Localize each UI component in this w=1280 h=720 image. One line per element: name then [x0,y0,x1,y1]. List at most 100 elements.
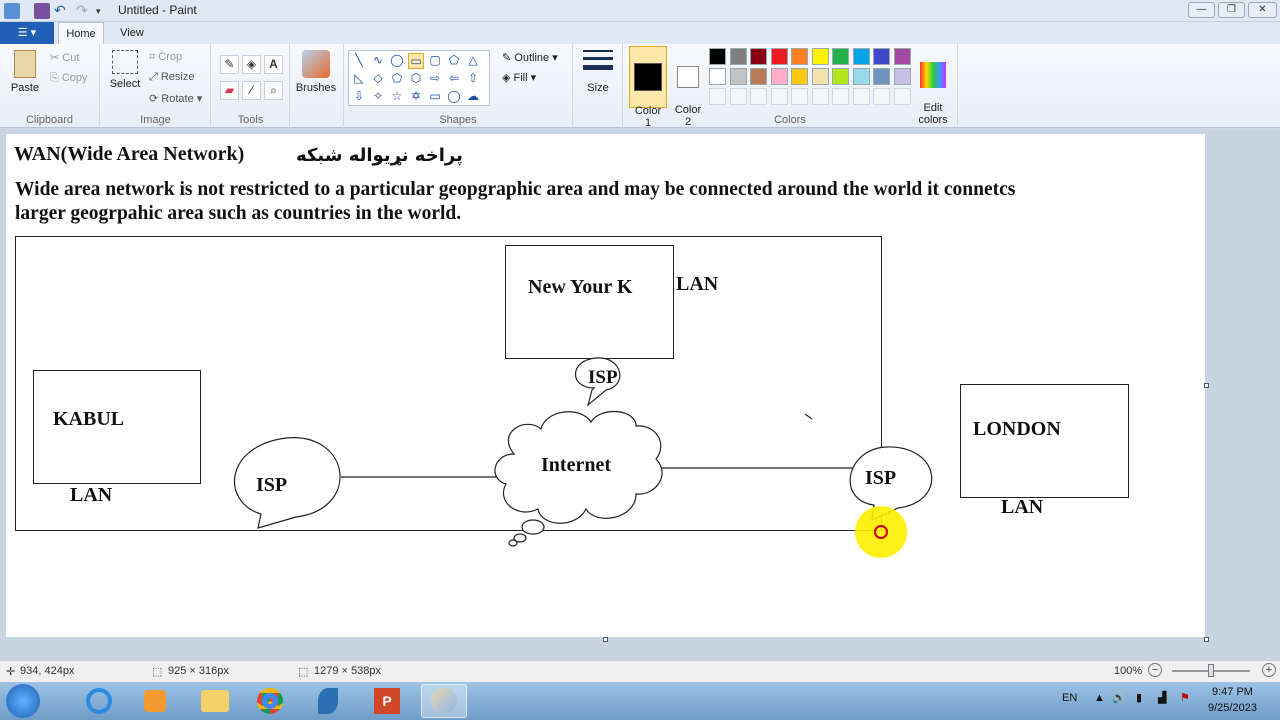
pentagon-shape-icon[interactable]: ⬠ [389,71,405,85]
line-shape-icon[interactable]: ╲ [351,53,367,67]
rounded-rectangle-shape-icon[interactable]: ▢ [427,53,443,67]
crop-button[interactable]: ⌗ Crop [149,51,182,64]
palette-swatch[interactable] [729,68,747,85]
show-hidden-icons-icon[interactable]: ▲ [1094,692,1105,704]
action-center-icon[interactable]: ⚑ [1180,691,1190,704]
text-icon[interactable]: A [264,55,283,74]
palette-swatch[interactable] [791,68,808,85]
palette-swatch[interactable] [709,48,726,65]
polygon-shape-icon[interactable]: ⬠ [446,53,462,67]
palette-swatch[interactable] [811,68,829,85]
network-icon[interactable]: ▟ [1158,691,1166,704]
copy-button[interactable]: ⎘ Copy [50,72,88,85]
palette-swatch[interactable] [729,88,747,105]
palette-swatch[interactable] [770,48,788,65]
palette-swatch[interactable] [729,48,747,65]
curve-shape-icon[interactable]: ∿ [370,53,386,67]
zoom-in-button[interactable]: + [1262,663,1276,677]
oval-shape-icon[interactable]: ◯ [389,53,405,67]
palette-swatch[interactable] [832,88,849,105]
right-arrow-shape-icon[interactable]: ⇨ [427,71,443,85]
powerpoint-icon[interactable]: P [364,684,410,718]
palette-swatch[interactable] [832,68,849,85]
down-arrow-shape-icon[interactable]: ⇩ [351,89,367,103]
chrome-icon[interactable] [247,684,293,718]
magnifier-icon[interactable]: ⌕ [264,81,283,100]
six-point-star-shape-icon[interactable]: ✡ [408,89,424,103]
eraser-icon[interactable]: ▰ [220,81,239,100]
four-point-star-shape-icon[interactable]: ✧ [370,89,386,103]
paste-button[interactable]: Paste [6,50,44,94]
size-button[interactable]: Size [578,50,618,94]
palette-swatch[interactable] [750,68,767,85]
palette-swatch[interactable] [893,48,911,65]
file-explorer-icon[interactable] [192,684,238,718]
canvas-resize-handle-right[interactable] [1204,383,1209,388]
palette-swatch[interactable] [893,68,911,85]
diamond-shape-icon[interactable]: ◇ [370,71,386,85]
close-button[interactable]: ✕ [1248,2,1277,18]
five-point-star-shape-icon[interactable]: ☆ [389,89,405,103]
color1-button[interactable]: Color 1 [629,46,667,129]
oval-callout-shape-icon[interactable]: ◯ [446,89,462,103]
palette-swatch[interactable] [709,68,726,85]
palette-swatch[interactable] [791,48,808,65]
outline-button[interactable]: ✎ Outline ▾ [502,51,558,64]
palette-swatch[interactable] [832,48,849,65]
feather-app-icon[interactable] [305,684,351,718]
zoom-slider-thumb[interactable] [1208,664,1214,677]
select-button[interactable]: Select [107,50,143,90]
triangle-shape-icon[interactable]: △ [465,53,481,67]
right-triangle-shape-icon[interactable]: ◺ [351,71,367,85]
zoom-out-button[interactable]: − [1148,663,1162,677]
color2-button[interactable]: Color 2 [671,46,705,128]
undo-icon[interactable]: ↶ [54,3,70,19]
media-player-icon[interactable] [132,684,178,718]
palette-swatch[interactable] [811,88,829,105]
palette-swatch[interactable] [852,68,870,85]
left-arrow-shape-icon[interactable]: ⇦ [446,71,462,85]
canvas-resize-handle-corner[interactable] [1204,637,1209,642]
palette-swatch[interactable] [791,88,808,105]
file-menu-button[interactable]: ☰ ▾ [0,22,54,44]
brushes-button[interactable]: Brushes [294,50,338,94]
fill-button[interactable]: ◈ Fill ▾ [502,71,536,84]
customize-quick-access-icon[interactable]: ▾ [96,3,112,19]
shapes-gallery[interactable]: ╲ ∿ ◯ ▭ ▢ ⬠ △ ◺ ◇ ⬠ ⬡ ⇨ ⇦ ⇧ ⇩ ✧ ☆ ✡ ▭ ◯ … [348,50,490,106]
palette-swatch[interactable] [873,68,890,85]
palette-swatch[interactable] [873,48,890,65]
tab-view[interactable]: View [110,22,154,44]
up-arrow-shape-icon[interactable]: ⇧ [465,71,481,85]
palette-swatch[interactable] [770,88,788,105]
save-icon[interactable] [34,3,50,19]
palette-swatch[interactable] [852,48,870,65]
pencil-icon[interactable]: ✎ [220,55,239,74]
tab-home[interactable]: Home [58,22,104,44]
palette-swatch[interactable] [750,88,767,105]
rect-callout-shape-icon[interactable]: ▭ [427,89,443,103]
palette-swatch[interactable] [709,88,726,105]
palette-swatch[interactable] [852,88,870,105]
rotate-button[interactable]: ⟳ Rotate ▾ [149,92,202,105]
cut-button[interactable]: ✂ Cut [50,51,79,64]
clock-time[interactable]: 9:47 PM [1212,686,1253,698]
hexagon-shape-icon[interactable]: ⬡ [408,71,424,85]
minimize-button[interactable]: — [1188,2,1215,18]
clock-date[interactable]: 9/25/2023 [1208,702,1257,714]
cloud-callout-shape-icon[interactable]: ☁ [465,89,481,103]
drawing-canvas[interactable]: WAN(Wide Area Network) پراخه نړیواله شبک… [6,134,1205,637]
paint-app-icon[interactable] [4,3,20,19]
canvas-resize-handle-bottom[interactable] [603,637,608,642]
palette-swatch[interactable] [750,48,767,65]
rectangle-shape-icon[interactable]: ▭ [408,53,424,69]
resize-button[interactable]: ⤢ Resize [149,71,194,84]
start-button[interactable] [6,684,40,718]
palette-swatch[interactable] [770,68,788,85]
palette-swatch[interactable] [873,88,890,105]
fill-icon[interactable]: ◈ [242,55,261,74]
maximize-button[interactable]: ❐ [1218,2,1245,18]
power-icon[interactable]: ▮ [1136,691,1142,704]
paint-taskbar-icon[interactable] [421,684,467,718]
language-indicator[interactable]: EN [1062,692,1077,704]
palette-swatch[interactable] [811,48,829,65]
